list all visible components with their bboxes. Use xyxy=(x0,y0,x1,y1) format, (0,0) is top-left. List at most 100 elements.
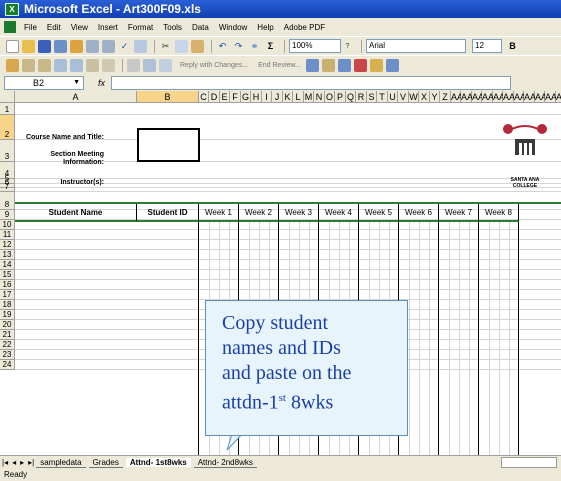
help-icon[interactable]: ? xyxy=(341,40,354,53)
options-icon[interactable] xyxy=(305,58,319,72)
next-comment-icon[interactable] xyxy=(70,58,83,72)
cut-icon[interactable]: ✂ xyxy=(159,40,172,53)
copy-icon[interactable] xyxy=(175,39,188,53)
column-header[interactable]: E xyxy=(220,91,230,103)
show-comments-icon[interactable] xyxy=(54,58,67,72)
end-review-link[interactable]: End Review... xyxy=(258,62,301,69)
column-header[interactable]: AA xyxy=(556,91,561,103)
document-icon[interactable] xyxy=(4,21,16,33)
column-header[interactable]: Y xyxy=(430,91,440,103)
menu-insert[interactable]: Insert xyxy=(98,23,118,32)
last-sheet-icon[interactable]: ▸| xyxy=(28,458,34,467)
autosum-icon[interactable]: Σ xyxy=(264,40,277,53)
column-header[interactable]: L xyxy=(293,91,304,103)
row-header[interactable]: 16 xyxy=(0,280,15,290)
column-header[interactable]: Q xyxy=(346,91,356,103)
save-icon[interactable] xyxy=(38,39,51,53)
select-all-corner[interactable] xyxy=(0,91,15,103)
menu-window[interactable]: Window xyxy=(219,23,247,32)
column-header[interactable]: AA xyxy=(535,91,547,103)
tab-sampledata[interactable]: sampledata xyxy=(36,458,86,468)
column-header[interactable]: C xyxy=(199,91,209,103)
worksheet-grid[interactable]: A B C D E F G H I J K L M N O P Q R S T U V W X Y Z AA AA AA AA AA AA AA… xyxy=(0,91,561,455)
print-icon[interactable] xyxy=(86,39,99,53)
workbook-icon[interactable] xyxy=(159,58,172,72)
menu-tools[interactable]: Tools xyxy=(163,23,182,32)
highlight-icon[interactable] xyxy=(102,58,115,72)
menu-adobe-pdf[interactable]: Adobe PDF xyxy=(284,23,325,32)
tab-attnd-2nd8wks[interactable]: Attnd- 2nd8wks xyxy=(193,458,257,468)
formula-input[interactable] xyxy=(111,75,512,90)
open-icon[interactable] xyxy=(22,39,35,53)
spelling-icon[interactable]: ✓ xyxy=(118,40,131,53)
column-header[interactable]: M xyxy=(304,91,314,103)
row-header[interactable]: 3 xyxy=(0,140,15,162)
reviewer-icon[interactable] xyxy=(86,58,99,72)
pdf-create-icon[interactable] xyxy=(353,58,367,72)
row-header[interactable]: 14 xyxy=(0,260,15,270)
row-header[interactable]: 21 xyxy=(0,330,15,340)
chevron-down-icon[interactable]: ▼ xyxy=(73,77,80,89)
pdf-icon[interactable] xyxy=(321,58,335,72)
column-header[interactable]: W xyxy=(409,91,419,103)
column-header[interactable]: J xyxy=(272,91,283,103)
horizontal-scrollbar[interactable] xyxy=(501,457,557,468)
column-header[interactable]: A xyxy=(15,91,137,103)
column-header[interactable]: AA xyxy=(461,91,473,103)
column-header[interactable]: R xyxy=(356,91,367,103)
column-header[interactable]: H xyxy=(251,91,262,103)
row-header[interactable]: 1 xyxy=(0,103,15,115)
column-header[interactable]: AA xyxy=(503,91,515,103)
hyperlink-icon[interactable]: ⚭ xyxy=(248,40,261,53)
track-changes-icon[interactable] xyxy=(38,58,51,72)
column-header[interactable]: AA xyxy=(482,91,494,103)
row-header[interactable]: 12 xyxy=(0,240,15,250)
column-header[interactable]: P xyxy=(335,91,346,103)
folder-icon[interactable] xyxy=(6,58,19,72)
zoom-select[interactable]: 100% xyxy=(289,39,341,53)
share-icon[interactable] xyxy=(143,58,156,72)
row-header[interactable]: 19 xyxy=(0,310,15,320)
paste-icon[interactable] xyxy=(191,39,204,53)
menu-format[interactable]: Format xyxy=(128,23,153,32)
row-header[interactable]: 2 xyxy=(0,115,15,140)
column-header[interactable]: AA xyxy=(451,91,463,103)
print-preview-icon[interactable] xyxy=(102,39,115,53)
pdf-options-icon[interactable] xyxy=(337,58,351,72)
menu-help[interactable]: Help xyxy=(257,23,273,32)
protect-icon[interactable] xyxy=(127,58,140,72)
column-header[interactable]: U xyxy=(388,91,398,103)
selected-cell-b2[interactable] xyxy=(137,128,200,162)
student-id-column[interactable] xyxy=(137,222,199,455)
pdf-review-icon[interactable] xyxy=(385,58,399,72)
row-header[interactable]: 17 xyxy=(0,290,15,300)
research-icon[interactable] xyxy=(134,39,147,53)
row-header[interactable]: 23 xyxy=(0,350,15,360)
column-header[interactable]: T xyxy=(377,91,388,103)
row-header[interactable]: 10 xyxy=(0,220,15,230)
prev-sheet-icon[interactable]: ◂ xyxy=(12,458,16,467)
column-header[interactable]: AA xyxy=(493,91,505,103)
column-header[interactable]: Z xyxy=(440,91,451,103)
row-header[interactable]: 9 xyxy=(0,210,15,220)
column-header[interactable]: S xyxy=(367,91,377,103)
redo-icon[interactable]: ↷ xyxy=(232,40,245,53)
menu-file[interactable]: File xyxy=(24,23,37,32)
row-header[interactable]: 13 xyxy=(0,250,15,260)
row-header[interactable]: 15 xyxy=(0,270,15,280)
column-header[interactable]: X xyxy=(419,91,430,103)
undo-icon[interactable]: ↶ xyxy=(216,40,229,53)
column-header[interactable]: AA xyxy=(545,91,557,103)
reply-with-changes-link[interactable]: Reply with Changes... xyxy=(180,62,248,69)
worksheet-row[interactable] xyxy=(15,103,561,115)
font-name-select[interactable]: Arial xyxy=(366,39,466,53)
column-header[interactable]: AA xyxy=(524,91,536,103)
menu-edit[interactable]: Edit xyxy=(47,23,61,32)
row-header[interactable]: 22 xyxy=(0,340,15,350)
comment-icon[interactable] xyxy=(22,58,35,72)
column-header[interactable]: K xyxy=(283,91,293,103)
row-header[interactable]: 18 xyxy=(0,300,15,310)
column-header[interactable]: D xyxy=(209,91,220,103)
tab-grades[interactable]: Grades xyxy=(88,458,123,468)
row-header[interactable]: 8 xyxy=(0,192,15,210)
